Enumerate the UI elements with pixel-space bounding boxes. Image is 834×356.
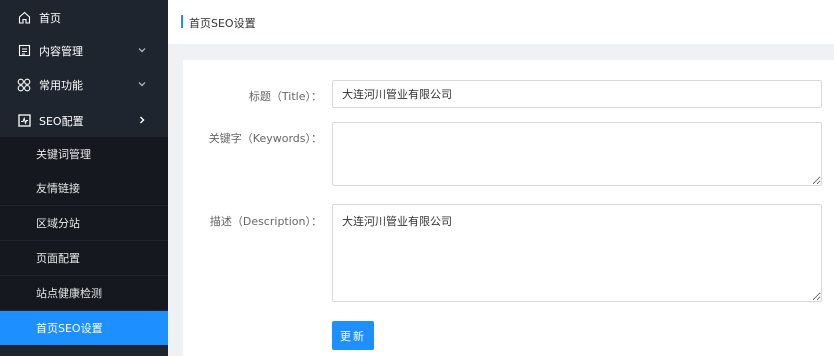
description-label: 描述（Description）： xyxy=(209,215,322,228)
sidebar: 首页 内容管理 常用功能 SEO配置 关键词管理 友情链接 区域分站 页面配置 … xyxy=(0,0,168,356)
sidebar-item-seo[interactable]: SEO配置 xyxy=(0,103,168,138)
sidebar-subitem-label: 站点健康检测 xyxy=(36,287,102,300)
sidebar-item-label: 常用功能 xyxy=(39,78,83,92)
sidebar-subitem-label: 首页SEO设置 xyxy=(36,322,103,335)
keywords-textarea[interactable] xyxy=(332,122,822,186)
seo-form-card: 标题（Title）： 关键字（Keywords）： 描述（Description… xyxy=(183,60,834,356)
sidebar-item-label: 内容管理 xyxy=(39,44,83,58)
description-textarea[interactable]: 大连河川管业有限公司 xyxy=(332,204,822,302)
sidebar-subitem-label: 页面配置 xyxy=(36,252,80,265)
grid-icon xyxy=(17,78,31,92)
sidebar-subitem-label: 关键词管理 xyxy=(36,148,91,161)
sidebar-item-label: 首页 xyxy=(39,11,61,25)
sidebar-item-content[interactable]: 内容管理 xyxy=(0,33,168,68)
sidebar-subitem-pages[interactable]: 页面配置 xyxy=(0,241,168,275)
update-button[interactable]: 更新 xyxy=(332,321,374,350)
sidebar-subitem-regions[interactable]: 区域分站 xyxy=(0,206,168,240)
chevron-down-icon xyxy=(138,82,146,87)
keywords-label: 关键字（Keywords）： xyxy=(208,132,322,145)
sidebar-subitem-home-seo[interactable]: 首页SEO设置 xyxy=(0,311,168,345)
sidebar-subitem-label: 友情链接 xyxy=(36,182,80,195)
chart-box-icon xyxy=(17,114,31,128)
title-input[interactable] xyxy=(332,80,822,108)
breadcrumb-bar: 首页SEO设置 xyxy=(168,0,834,44)
document-icon xyxy=(17,44,31,58)
sidebar-subitem-health[interactable]: 站点健康检测 xyxy=(0,276,168,310)
sidebar-subitem-label: 区域分站 xyxy=(36,217,80,230)
sidebar-item-home[interactable]: 首页 xyxy=(0,0,168,35)
sidebar-item-label: SEO配置 xyxy=(39,114,84,128)
sidebar-subitem-keywords[interactable]: 关键词管理 xyxy=(0,137,168,171)
title-label: 标题（Title）： xyxy=(248,90,322,103)
home-icon xyxy=(17,11,31,25)
breadcrumb-accent xyxy=(181,15,183,28)
sidebar-item-common[interactable]: 常用功能 xyxy=(0,67,168,102)
breadcrumb: 首页SEO设置 xyxy=(189,17,256,30)
sidebar-subitem-friendlinks[interactable]: 友情链接 xyxy=(0,171,168,205)
chevron-right-icon xyxy=(140,116,145,124)
chevron-down-icon xyxy=(138,48,146,53)
